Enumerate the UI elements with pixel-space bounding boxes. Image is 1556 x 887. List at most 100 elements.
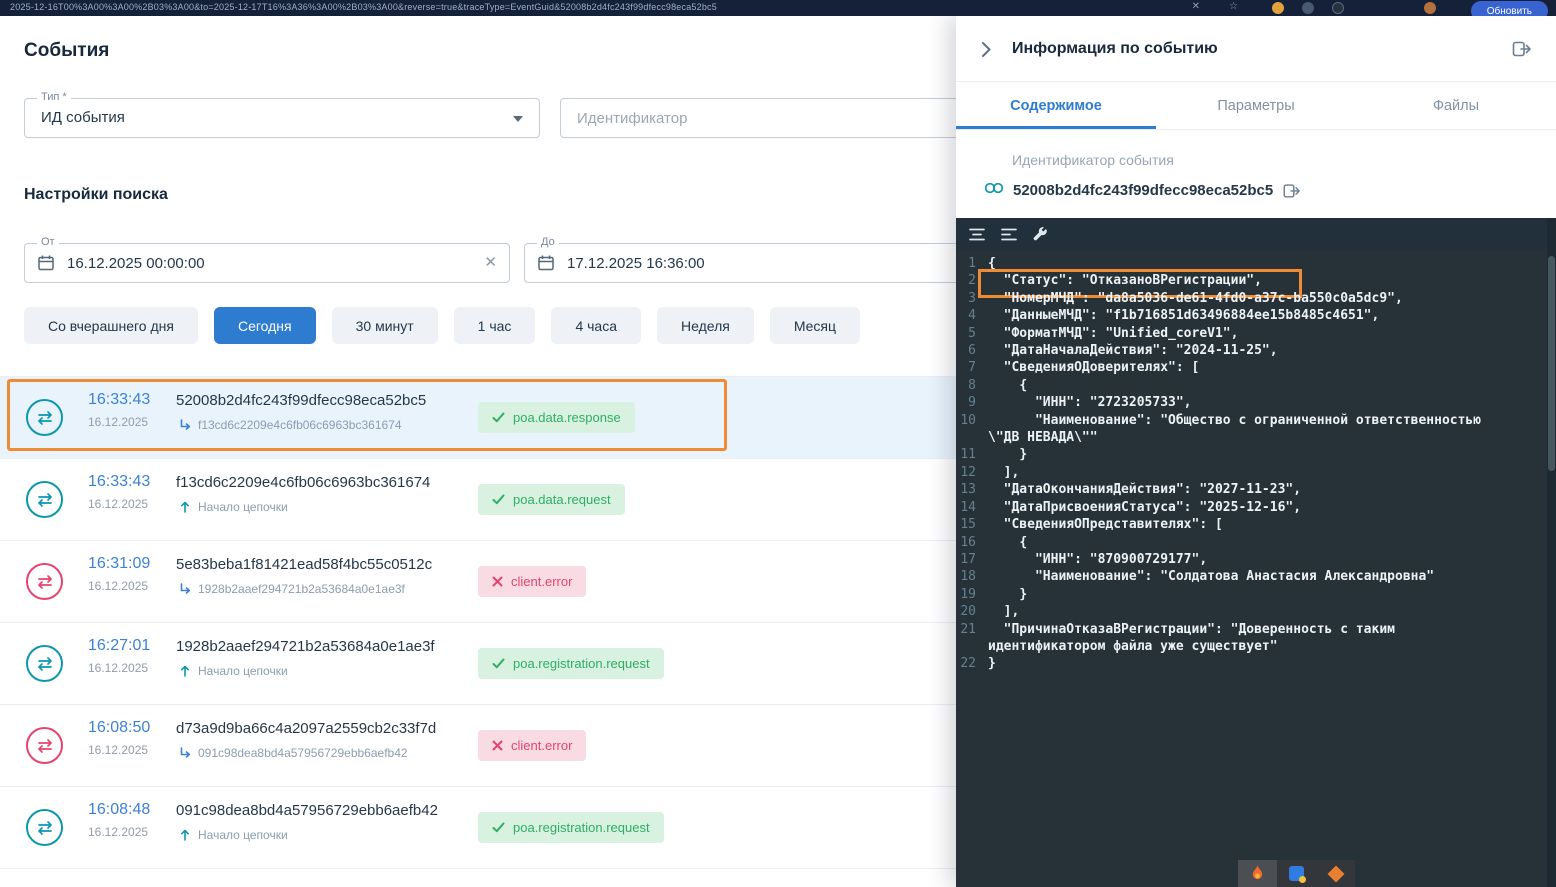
- event-time: 16:27:01: [88, 637, 151, 654]
- quick-filter-label: Сегодня: [237, 317, 292, 334]
- code-line: 10 "Наименование": "Общество с ограничен…: [956, 412, 1547, 447]
- page-title: События: [24, 40, 110, 61]
- line-number: 4: [968, 308, 976, 324]
- code-line: 17 "ИНН": "870900729177",: [956, 551, 1547, 568]
- line-text: "Наименование": "Общество с ограниченной…: [988, 412, 1489, 446]
- panel-tab[interactable]: Файлы: [1356, 82, 1556, 129]
- date-from-input[interactable]: [25, 244, 509, 282]
- json-content[interactable]: 1 { 2 "Статус": "ОтказаноВРегистрации", …: [956, 250, 1547, 887]
- event-time: 16:33:43: [88, 473, 151, 490]
- cross-icon: [492, 576, 503, 587]
- extension-icon[interactable]: [1302, 2, 1314, 14]
- event-chain-label: Начало цепочки: [198, 664, 288, 678]
- code-scrollbar[interactable]: [1547, 218, 1556, 887]
- event-type-select[interactable]: Тип * ИД события: [24, 91, 540, 138]
- code-line: 6 "ДатаНачалаДействия": "2024-11-25",: [956, 342, 1547, 359]
- quick-filter-chip[interactable]: Месяц: [769, 307, 861, 344]
- panel-header: Информация по событию: [956, 16, 1556, 82]
- date-from-field[interactable]: От ✕: [24, 236, 510, 283]
- type-select-value: ИД события: [41, 109, 125, 126]
- chain-child-icon: [179, 747, 191, 759]
- clear-date-icon[interactable]: ✕: [484, 253, 497, 271]
- taskbar-app-icon-2[interactable]: [1277, 860, 1316, 887]
- line-text: "ДатаПрисвоенияСтатуса": "2025-12-16",: [988, 499, 1302, 515]
- calendar-icon[interactable]: [37, 254, 55, 277]
- topbar-action-button[interactable]: Обновить: [1470, 1, 1548, 16]
- line-number: 14: [960, 499, 976, 515]
- quick-filter-chip[interactable]: Со вчерашнего дня: [24, 307, 198, 344]
- notifications-bell-icon[interactable]: [1332, 2, 1344, 14]
- collapse-chevron-icon[interactable]: [982, 42, 991, 62]
- transfer-arrows-icon: [26, 727, 63, 764]
- code-line: 19 }: [956, 586, 1547, 603]
- quick-filter-label: Неделя: [680, 317, 730, 334]
- chain-start-icon: [179, 829, 191, 841]
- align-lines-icon[interactable]: [1001, 228, 1018, 241]
- date-to-input[interactable]: [525, 244, 993, 282]
- event-date: 16.12.2025: [88, 497, 149, 511]
- taskbar: [1238, 860, 1355, 887]
- line-text: "ДанныеМЧД": "f1b716851d63496884ee15b848…: [988, 308, 1380, 324]
- transfer-arrows-icon: [26, 809, 63, 846]
- profile-avatar[interactable]: [1424, 2, 1436, 14]
- line-text: ],: [988, 464, 1020, 480]
- quick-filter-chip[interactable]: 30 минут: [331, 307, 438, 344]
- chain-start-icon: [179, 501, 191, 513]
- line-number: 15: [960, 517, 976, 533]
- status-badge-label: client.error: [511, 738, 573, 753]
- panel-tab[interactable]: Параметры: [1156, 82, 1356, 129]
- line-text: ],: [988, 604, 1020, 620]
- event-time: 16:08:50: [88, 719, 151, 736]
- code-line: 11 }: [956, 446, 1547, 463]
- code-line: 4 "ДанныеМЧД": "f1b716851d63496884ee15b8…: [956, 307, 1547, 324]
- line-text: {: [988, 377, 1028, 393]
- status-badge: client.error: [478, 566, 587, 597]
- event-chain-label: f13cd6c2209e4c6fb06c6963bc361674: [198, 418, 402, 432]
- quick-filter-chip[interactable]: 1 час: [453, 307, 536, 344]
- panel-tabs: Содержимое Параметры Файлы: [956, 82, 1556, 130]
- line-text: "ИНН": "2723205733",: [988, 395, 1192, 411]
- panel-tab[interactable]: Содержимое: [956, 82, 1156, 129]
- copy-identifier-icon[interactable]: [1282, 181, 1301, 200]
- extension-icon[interactable]: [1272, 2, 1284, 14]
- event-date: 16.12.2025: [88, 579, 149, 593]
- date-from-label: От: [37, 236, 59, 248]
- date-to-field[interactable]: До: [524, 236, 994, 283]
- line-number: 8: [968, 377, 976, 393]
- identifier-input[interactable]: [577, 99, 983, 137]
- code-line: 20 ],: [956, 603, 1547, 620]
- line-number: 19: [960, 586, 976, 602]
- quick-filter-chip[interactable]: 4 часа: [551, 307, 641, 344]
- line-number: 6: [968, 343, 976, 359]
- bookmark-star-icon[interactable]: ☆: [1229, 1, 1238, 12]
- tab-label: Содержимое: [1010, 97, 1102, 114]
- calendar-icon[interactable]: [537, 254, 555, 277]
- line-text: "ИНН": "870900729177",: [988, 551, 1208, 567]
- line-number: 10: [960, 412, 976, 428]
- status-badge-label: poa.registration.request: [513, 656, 650, 671]
- address-url[interactable]: 2025-12-16T00%3A00%3A00%2B03%3A00&to=202…: [10, 2, 717, 12]
- taskbar-app-icon-1[interactable]: [1238, 860, 1277, 887]
- quick-filter-label: 1 час: [477, 317, 512, 334]
- line-text: "НомерМЧД": "da8a5036-de61-4fd0-a37c-ba5…: [988, 290, 1403, 306]
- check-icon: [492, 494, 505, 505]
- wrench-icon[interactable]: [1033, 226, 1048, 242]
- quick-filter-chip[interactable]: Сегодня: [213, 307, 316, 344]
- event-time: 16:31:09: [88, 555, 151, 572]
- line-text: }: [988, 656, 996, 672]
- code-line: 5 "ФорматМЧД": "Unified_coreV1",: [956, 325, 1547, 342]
- clear-url-icon[interactable]: ✕: [1192, 1, 1200, 12]
- scrollbar-thumb[interactable]: [1548, 256, 1555, 471]
- link-icon: [984, 181, 1004, 200]
- chain-child-icon: [179, 419, 191, 431]
- line-number: 21: [960, 621, 976, 637]
- quick-filter-chip[interactable]: Неделя: [656, 307, 754, 344]
- taskbar-app-icon-3[interactable]: [1316, 860, 1355, 887]
- open-in-window-icon[interactable]: [1511, 38, 1532, 59]
- line-text: "Статус": "ОтказаноВРегистрации",: [978, 269, 1547, 300]
- event-date: 16.12.2025: [88, 415, 149, 429]
- format-lines-icon[interactable]: [969, 228, 986, 241]
- code-line: 3 "НомерМЧД": "da8a5036-de61-4fd0-a37c-b…: [956, 290, 1547, 307]
- status-badge: poa.registration.request: [478, 648, 664, 679]
- line-text: "Наименование": "Солдатова Анастасия Але…: [988, 569, 1435, 585]
